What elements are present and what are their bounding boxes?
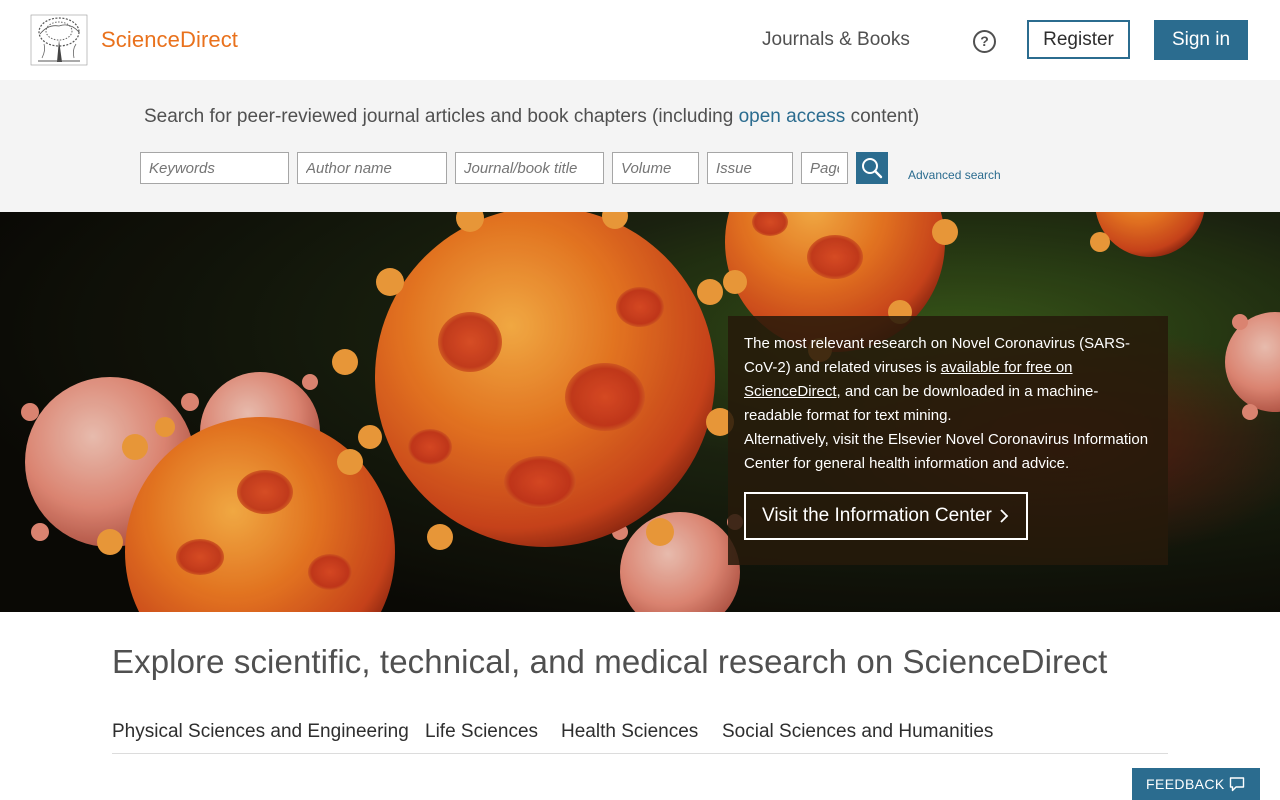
search-heading: Search for peer-reviewed journal article… [144,106,919,128]
volume-input[interactable] [612,152,699,184]
feedback-label: FEEDBACK [1146,776,1225,792]
tab-physical-sciences[interactable]: Physical Sciences and Engineering [112,721,409,743]
elsevier-tree-logo[interactable] [30,14,88,66]
feedback-button[interactable]: FEEDBACK [1132,768,1260,800]
info-text-part-3: Alternatively, visit the Elsevier Novel … [744,431,1149,472]
info-callout-text: The most relevant research on Novel Coro… [744,332,1156,476]
advanced-search-link[interactable]: Advanced search [908,168,1001,182]
search-heading-before: Search for peer-reviewed journal article… [144,106,739,127]
site-header: ScienceDirect Journals & Books ? Registe… [0,0,1280,80]
visit-information-center-button[interactable]: Visit the Information Center [744,492,1028,540]
issue-input[interactable] [707,152,793,184]
visit-button-label: Visit the Information Center [762,505,992,526]
author-name-input[interactable] [297,152,447,184]
pages-input[interactable] [801,152,848,184]
tab-health-sciences[interactable]: Health Sciences [561,721,698,743]
tab-social-sciences[interactable]: Social Sciences and Humanities [722,721,993,743]
journals-books-link[interactable]: Journals & Books [762,29,910,51]
tab-life-sciences[interactable]: Life Sciences [425,721,538,743]
speech-bubble-icon [1229,777,1245,792]
search-panel: Search for peer-reviewed journal article… [0,80,1280,212]
search-heading-after: content) [845,106,920,127]
info-callout: The most relevant research on Novel Coro… [728,316,1168,565]
subject-area-tabs: Physical Sciences and Engineering Life S… [112,717,1168,754]
journal-title-input[interactable] [455,152,604,184]
sign-in-button[interactable]: Sign in [1154,20,1248,60]
search-button[interactable] [856,152,888,184]
keywords-input[interactable] [140,152,289,184]
search-icon [862,158,883,179]
register-button[interactable]: Register [1027,20,1130,59]
explore-heading: Explore scientific, technical, and medic… [112,643,1108,680]
chevron-right-icon [1000,509,1009,523]
help-icon[interactable]: ? [973,30,996,53]
brand-name[interactable]: ScienceDirect [101,27,238,53]
open-access-link[interactable]: open access [739,106,846,127]
coronavirus-hero-banner: The most relevant research on Novel Coro… [0,212,1280,612]
